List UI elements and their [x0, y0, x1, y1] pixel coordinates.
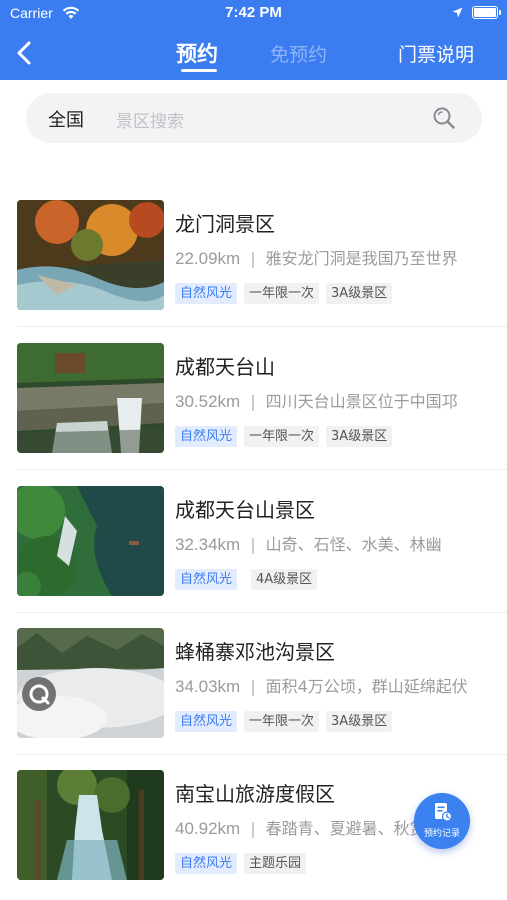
back-arrow-icon[interactable]: [10, 36, 40, 70]
scenic-distance: 40.92km: [175, 819, 241, 838]
tag-row: 自然风光 一年限一次 3A级景区: [175, 283, 399, 305]
tag-theme: 主题乐园: [244, 853, 307, 874]
scenic-description: 山奇、石怪、水美、林幽: [265, 535, 442, 554]
scenic-thumbnail: [17, 770, 164, 880]
tag-row: 自然风光 4A级景区: [175, 569, 324, 591]
divider: [17, 754, 507, 755]
list-item[interactable]: 蜂桶寨邓池沟景区 34.03km | 面积4万公顷，群山延绵起伏 自然风光 一年限一次…: [0, 628, 507, 770]
tag-limit: 一年限一次: [244, 283, 320, 304]
scenic-thumbnail: [17, 200, 164, 310]
list-item[interactable]: 成都天台山景区 32.34km | 山奇、石怪、水美、林幽 自然风光 4A级景区: [0, 486, 507, 628]
meta-separator: |: [250, 819, 256, 838]
booking-records-button[interactable]: 预约记录: [414, 793, 470, 849]
scenic-description: 雅安龙门洞是我国乃至世界: [265, 249, 458, 268]
scenic-name: 龙门洞景区: [175, 212, 275, 236]
scenic-name: 成都天台山景区: [175, 498, 315, 522]
tag-row: 自然风光 主题乐园: [175, 853, 313, 875]
scenic-distance: 22.09km: [175, 249, 241, 268]
list-item[interactable]: 成都天台山 30.52km | 四川天台山景区位于中国邛 自然风光 一年限一次 3A级景…: [0, 343, 507, 485]
location-arrow-icon: [452, 7, 463, 18]
status-time: 7:42 PM: [225, 4, 282, 21]
tag-limit: 一年限一次: [244, 711, 320, 732]
search-icon[interactable]: [432, 106, 456, 130]
booking-records-label: 预约记录: [423, 829, 460, 839]
tag-category: 自然风光: [175, 283, 238, 304]
scenic-distance: 30.52km: [175, 392, 241, 411]
active-tab-indicator: [181, 69, 217, 72]
battery-icon: [472, 6, 501, 19]
list-item[interactable]: 龙门洞景区 22.09km | 雅安龙门洞是我国乃至世界 自然风光 一年限一次 3A级景…: [0, 200, 507, 342]
scenic-meta: 34.03km | 面积4万公顷，群山延绵起伏: [175, 673, 495, 697]
meta-separator: |: [250, 677, 256, 696]
scenic-distance: 34.03km: [175, 677, 241, 696]
scenic-meta: 32.34km | 山奇、石怪、水美、林幽: [175, 531, 495, 555]
tag-level: 3A级景区: [326, 426, 393, 447]
nav-bar: 预约 免预约 门票说明: [0, 28, 507, 80]
tag-limit: 一年限一次: [244, 426, 320, 447]
scenic-name: 蜂桶寨邓池沟景区: [175, 640, 335, 664]
divider: [17, 326, 507, 327]
divider: [17, 469, 507, 470]
ticket-info-link[interactable]: 门票说明: [398, 40, 474, 67]
booking-record-icon: [435, 803, 452, 822]
search-bar[interactable]: 全国 景区搜索: [26, 93, 482, 143]
scenic-meta: 30.52km | 四川天台山景区位于中国邛: [175, 388, 495, 412]
tab-reserve[interactable]: 预约: [176, 38, 218, 68]
search-input[interactable]: 景区搜索: [116, 107, 184, 132]
meta-separator: |: [250, 249, 256, 268]
meta-separator: |: [250, 392, 256, 411]
region-selector[interactable]: 全国: [48, 106, 84, 132]
tag-category: 自然风光: [175, 853, 238, 874]
tag-row: 自然风光 一年限一次 3A级景区: [175, 711, 399, 733]
divider: [17, 612, 507, 613]
scenic-thumbnail: [17, 343, 164, 453]
scenic-distance: 32.34km: [175, 535, 241, 554]
scenic-description: 春踏青、夏避暑、秋赏: [265, 819, 426, 838]
scenic-name: 成都天台山: [175, 355, 275, 379]
scenic-description: 面积4万公顷，群山延绵起伏: [265, 677, 468, 696]
tag-category: 自然风光: [175, 426, 238, 447]
meta-separator: |: [250, 535, 256, 554]
tag-level: 3A级景区: [326, 711, 393, 732]
status-bar: Carrier 7:42 PM: [0, 0, 507, 28]
scenic-thumbnail: [17, 486, 164, 596]
tag-category: 自然风光: [175, 711, 238, 732]
tag-level: 4A级景区: [251, 569, 318, 590]
tag-level: 3A级景区: [326, 283, 393, 304]
app-header: Carrier 7:42 PM 预约 免预约 门票说明: [0, 0, 507, 80]
tab-no-reserve[interactable]: 免预约: [270, 40, 327, 67]
scenic-description: 四川天台山景区位于中国邛: [265, 392, 458, 411]
scenic-meta: 22.09km | 雅安龙门洞是我国乃至世界: [175, 245, 495, 269]
scenic-name: 南宝山旅游度假区: [175, 782, 335, 806]
tag-row: 自然风光 一年限一次 3A级景区: [175, 426, 399, 448]
tag-category: 自然风光: [175, 569, 238, 590]
scenic-thumbnail: [17, 628, 164, 738]
